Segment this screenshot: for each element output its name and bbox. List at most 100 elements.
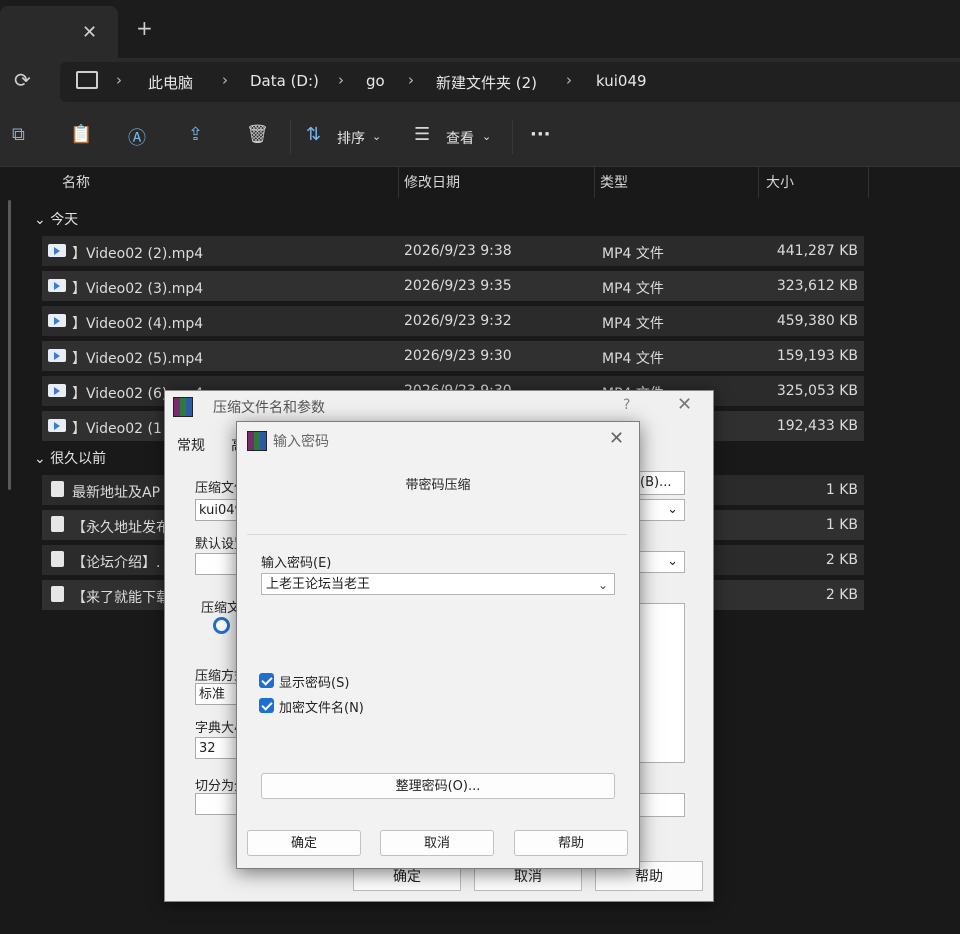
address-row: ⟳ › 此电脑 › Data (D:) › go › 新建文件夹 (2) › k… — [0, 58, 960, 108]
table-row[interactable]: 】Video02 (3).mp4 2026/9/23 9:35 MP4 文件 3… — [42, 271, 864, 301]
browse-button[interactable]: (B)... — [635, 471, 685, 495]
delete-icon[interactable]: 🗑 — [246, 124, 269, 145]
profile-button[interactable] — [195, 553, 239, 575]
encrypt-names-label[interactable]: 加密文件名(N) — [279, 697, 364, 716]
breadcrumb-drive-d[interactable]: Data (D:) — [250, 72, 319, 90]
vertical-scrollbar[interactable] — [8, 200, 11, 490]
video-file-icon — [48, 314, 66, 327]
group-label: 今天 — [50, 212, 79, 228]
ok-button[interactable]: 确定 — [247, 830, 361, 856]
paste-icon[interactable]: 📋 — [70, 124, 92, 145]
tab-current[interactable]: ✕ — [0, 6, 118, 58]
group-label: 很久以前 — [50, 451, 107, 467]
show-password-checkbox[interactable] — [259, 673, 274, 688]
chevron-right-icon: › — [338, 71, 344, 89]
archive-name-dropdown[interactable]: ⌄ — [635, 499, 685, 521]
file-size: 2 KB — [825, 552, 858, 568]
column-header-modified[interactable]: 修改日期 — [404, 172, 460, 192]
tab-general[interactable]: 常规 — [177, 435, 205, 455]
winrar-icon — [173, 397, 193, 417]
chevron-down-icon[interactable]: ⌄ — [598, 574, 608, 596]
help-button[interactable]: 帮助 — [514, 830, 628, 856]
split-volumes-input[interactable] — [195, 793, 239, 815]
group-header-today[interactable]: ⌄ 今天 — [34, 209, 78, 229]
chevron-down-icon: ⌄ — [482, 130, 492, 143]
video-file-icon — [48, 349, 66, 362]
view-button[interactable]: 查看 — [446, 128, 474, 148]
computer-icon — [76, 71, 98, 89]
organize-passwords-button[interactable]: 整理密码(O)... — [261, 773, 615, 799]
column-header-type[interactable]: 类型 — [600, 172, 628, 192]
file-date: 2026/9/23 9:30 — [404, 348, 512, 364]
table-row[interactable]: 】Video02 (5).mp4 2026/9/23 9:30 MP4 文件 1… — [42, 341, 864, 371]
toolbar-divider — [290, 120, 291, 154]
column-divider[interactable] — [398, 166, 399, 198]
chevron-down-icon: ⌄ — [34, 451, 51, 467]
file-size: 1 KB — [825, 517, 858, 533]
encrypt-names-checkbox[interactable] — [259, 698, 274, 713]
file-name: 最新地址及AP — [72, 485, 161, 501]
sort-button[interactable]: 排序 — [337, 128, 365, 148]
password-input[interactable]: 上老王论坛当老王 ⌄ — [261, 573, 615, 595]
breadcrumb-this-pc[interactable]: 此电脑 — [148, 72, 193, 93]
divider — [247, 534, 627, 535]
method-select[interactable]: 标准 — [195, 683, 239, 705]
column-header-name[interactable]: 名称 — [62, 172, 90, 192]
table-row[interactable]: 】Video02 (4).mp4 2026/9/23 9:32 MP4 文件 4… — [42, 306, 864, 336]
file-name: 】Video02 (4).mp4 — [72, 316, 204, 332]
file-name: 】Video02 (1 — [72, 421, 162, 437]
column-divider[interactable] — [868, 166, 869, 198]
chevron-right-icon: › — [222, 71, 228, 89]
column-divider[interactable] — [594, 166, 595, 198]
breadcrumb-new-folder-2[interactable]: 新建文件夹 (2) — [436, 72, 537, 93]
file-name: 【论坛介绍】. — [72, 555, 161, 571]
show-password-label[interactable]: 显示密码(S) — [279, 672, 349, 691]
column-header-size[interactable]: 大小 — [766, 172, 794, 192]
file-size: 159,193 KB — [776, 348, 858, 364]
text-file-icon — [51, 481, 64, 497]
file-name: 】Video02 (3).mp4 — [72, 281, 204, 297]
file-date: 2026/9/23 9:35 — [404, 278, 512, 294]
breadcrumb-kui049[interactable]: kui049 — [596, 72, 647, 90]
column-divider[interactable] — [758, 166, 759, 198]
group-header-long-ago[interactable]: ⌄ 很久以前 — [34, 448, 106, 468]
chevron-right-icon: › — [408, 71, 414, 89]
file-size: 2 KB — [825, 587, 858, 603]
sort-icon[interactable]: ⇅ — [306, 124, 321, 145]
text-file-icon — [51, 551, 64, 567]
share-icon[interactable]: ⇪ — [188, 124, 203, 145]
file-name: 【来了就能下载 — [72, 590, 170, 606]
file-date: 2026/9/23 9:32 — [404, 313, 512, 329]
file-name: 【永久地址发布 — [72, 520, 170, 536]
more-options-button[interactable]: ··· — [530, 124, 551, 145]
tab-close-icon[interactable]: ✕ — [82, 22, 97, 43]
password-label: 输入密码(E) — [261, 556, 332, 571]
refresh-icon[interactable]: ⟳ — [14, 68, 31, 92]
text-file-icon — [51, 586, 64, 602]
close-icon[interactable]: ✕ — [609, 428, 624, 449]
rar-format-radio[interactable] — [213, 617, 230, 634]
view-icon[interactable]: ☰ — [414, 124, 430, 145]
new-tab-icon[interactable]: + — [136, 16, 153, 40]
copy-icon[interactable]: ⧉ — [12, 124, 25, 145]
video-file-icon — [48, 244, 66, 257]
file-name: 】Video02 (5).mp4 — [72, 351, 204, 367]
update-mode-dropdown[interactable]: ⌄ — [635, 551, 685, 573]
chevron-right-icon: › — [566, 71, 572, 89]
file-type: MP4 文件 — [602, 246, 664, 262]
breadcrumb-go[interactable]: go — [366, 72, 385, 90]
file-date: 2026/9/23 9:38 — [404, 243, 512, 259]
file-size: 325,053 KB — [776, 383, 858, 399]
rename-icon[interactable]: Ⓐ — [128, 124, 146, 150]
tab-bar: ✕ + — [0, 0, 960, 58]
dict-size-select[interactable]: 32 — [195, 737, 239, 759]
winrar-icon — [247, 431, 267, 451]
table-row[interactable]: 】Video02 (2).mp4 2026/9/23 9:38 MP4 文件 4… — [42, 236, 864, 266]
password-area — [635, 793, 685, 817]
cancel-button[interactable]: 取消 — [380, 830, 494, 856]
file-size: 459,380 KB — [776, 313, 858, 329]
file-type: MP4 文件 — [602, 351, 664, 367]
address-bar[interactable]: › 此电脑 › Data (D:) › go › 新建文件夹 (2) › kui… — [60, 62, 960, 102]
close-icon[interactable]: ✕ — [677, 394, 692, 415]
help-icon[interactable]: ? — [623, 397, 630, 413]
